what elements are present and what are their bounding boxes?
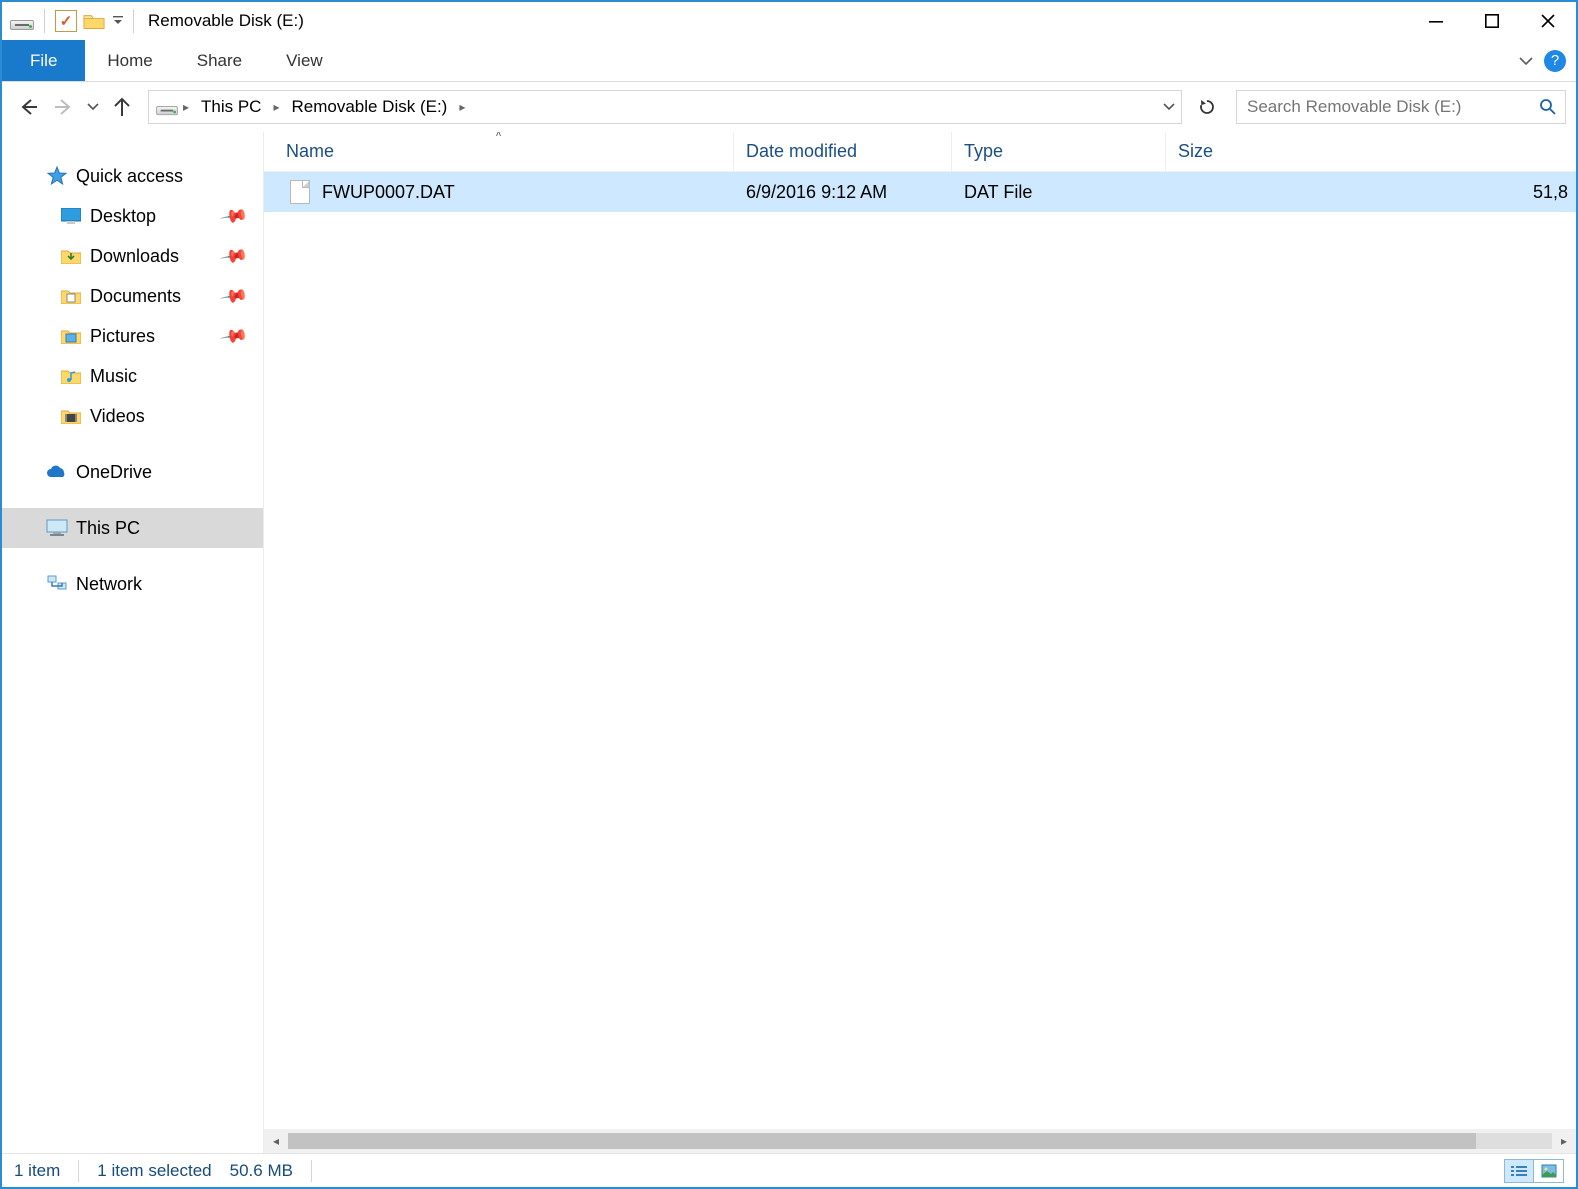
view-toggle [1504, 1159, 1564, 1183]
pictures-folder-icon [60, 326, 82, 346]
star-icon [46, 166, 68, 186]
tab-file[interactable]: File [2, 40, 85, 81]
nav-label: Documents [90, 286, 181, 307]
nav-label: Desktop [90, 206, 156, 227]
status-bar: 1 item 1 item selected 50.6 MB [2, 1153, 1576, 1187]
column-header-size[interactable]: Size [1166, 132, 1576, 171]
nav-documents[interactable]: Documents 📌 [2, 276, 263, 316]
this-pc-icon [46, 518, 68, 538]
thumbnails-view-button[interactable] [1534, 1159, 1564, 1183]
nav-label: Videos [90, 406, 145, 427]
properties-qat-button[interactable]: ✓ [55, 10, 77, 32]
music-folder-icon [60, 366, 82, 386]
divider [133, 9, 134, 33]
nav-this-pc[interactable]: This PC [2, 508, 263, 548]
tab-home[interactable]: Home [85, 40, 174, 81]
column-header-name[interactable]: ˄ Name [264, 132, 734, 171]
divider [78, 1160, 79, 1182]
search-input[interactable] [1237, 97, 1531, 117]
pin-icon: 📌 [219, 281, 249, 311]
scroll-right-button[interactable]: ▸ [1552, 1129, 1576, 1153]
tab-share[interactable]: Share [175, 40, 264, 81]
pin-icon: 📌 [219, 201, 249, 231]
scroll-track[interactable] [288, 1133, 1552, 1149]
nav-downloads[interactable]: Downloads 📌 [2, 236, 263, 276]
body: Quick access Desktop 📌 Downloads 📌 Docum… [2, 132, 1576, 1153]
nav-label: OneDrive [76, 462, 152, 483]
nav-label: This PC [76, 518, 140, 539]
status-selected-size: 50.6 MB [230, 1161, 293, 1181]
pin-icon: 📌 [219, 321, 249, 351]
file-name: FWUP0007.DAT [322, 182, 455, 203]
nav-label: Pictures [90, 326, 155, 347]
navigation-pane: Quick access Desktop 📌 Downloads 📌 Docum… [2, 132, 264, 1153]
nav-music[interactable]: Music [2, 356, 263, 396]
breadcrumb-location[interactable]: Removable Disk (E:) ▸ [283, 91, 469, 123]
window-title: Removable Disk (E:) [142, 11, 304, 31]
breadcrumb-root[interactable]: ▸ [155, 91, 193, 123]
ribbon-tabs: File Home Share View ? [2, 40, 1576, 82]
nav-pictures[interactable]: Pictures 📌 [2, 316, 263, 356]
search-icon[interactable] [1531, 98, 1565, 116]
file-size: 51,8 [1166, 182, 1576, 203]
back-button[interactable] [12, 91, 44, 123]
minimize-button[interactable] [1408, 2, 1464, 40]
column-header-type[interactable]: Type [952, 132, 1166, 171]
desktop-icon [60, 206, 82, 226]
nav-desktop[interactable]: Desktop 📌 [2, 196, 263, 236]
explorer-window: ✓ Removable Disk (E:) File Home Share Vi… [0, 0, 1578, 1189]
documents-folder-icon [60, 286, 82, 306]
videos-folder-icon [60, 406, 82, 426]
window-controls [1408, 2, 1576, 40]
nav-label: Downloads [90, 246, 179, 267]
details-view-button[interactable] [1504, 1159, 1534, 1183]
network-icon [46, 574, 68, 594]
close-button[interactable] [1520, 2, 1576, 40]
recent-locations-button[interactable] [84, 101, 102, 113]
address-bar[interactable]: ▸ This PC ▸ Removable Disk (E:) ▸ [148, 90, 1182, 124]
new-folder-qat-button[interactable] [83, 12, 105, 30]
sort-ascending-icon: ˄ [496, 132, 502, 140]
search-box[interactable] [1236, 90, 1566, 124]
content-pane: ˄ Name Date modified Type Size FWUP0007.… [264, 132, 1576, 1153]
file-type: DAT File [952, 182, 1166, 203]
address-history-dropdown[interactable] [1157, 101, 1181, 113]
column-header-date[interactable]: Date modified [734, 132, 952, 171]
nav-label: Network [76, 574, 142, 595]
refresh-button[interactable] [1190, 90, 1224, 124]
nav-videos[interactable]: Videos [2, 396, 263, 436]
status-item-count: 1 item [14, 1161, 60, 1181]
file-row[interactable]: FWUP0007.DAT 6/9/2016 9:12 AM DAT File 5… [264, 172, 1576, 212]
nav-quick-access[interactable]: Quick access [2, 156, 263, 196]
forward-button[interactable] [48, 91, 80, 123]
nav-label: Music [90, 366, 137, 387]
horizontal-scrollbar[interactable]: ◂ ▸ [264, 1129, 1576, 1153]
scroll-thumb[interactable] [288, 1133, 1476, 1149]
qat-dropdown-button[interactable] [111, 10, 125, 32]
ribbon-expand-button[interactable] [1512, 53, 1540, 69]
help-button[interactable]: ? [1544, 50, 1566, 72]
titlebar: ✓ Removable Disk (E:) [2, 2, 1576, 40]
divider [44, 9, 45, 33]
column-headers: ˄ Name Date modified Type Size [264, 132, 1576, 172]
status-selected-count: 1 item selected [97, 1161, 211, 1181]
breadcrumb-this-pc[interactable]: This PC ▸ [193, 91, 283, 123]
file-icon [290, 180, 310, 204]
onedrive-icon [46, 462, 68, 482]
navigation-bar: ▸ This PC ▸ Removable Disk (E:) ▸ [2, 82, 1576, 132]
file-date: 6/9/2016 9:12 AM [734, 182, 952, 203]
file-list[interactable]: FWUP0007.DAT 6/9/2016 9:12 AM DAT File 5… [264, 172, 1576, 1129]
drive-icon [10, 12, 34, 30]
pin-icon: 📌 [219, 241, 249, 271]
nav-onedrive[interactable]: OneDrive [2, 452, 263, 492]
scroll-left-button[interactable]: ◂ [264, 1129, 288, 1153]
tab-view[interactable]: View [264, 40, 345, 81]
nav-network[interactable]: Network [2, 564, 263, 604]
nav-label: Quick access [76, 166, 183, 187]
downloads-folder-icon [60, 246, 82, 266]
maximize-button[interactable] [1464, 2, 1520, 40]
quick-access-toolbar: ✓ [2, 9, 125, 33]
up-button[interactable] [106, 91, 138, 123]
divider [311, 1160, 312, 1182]
